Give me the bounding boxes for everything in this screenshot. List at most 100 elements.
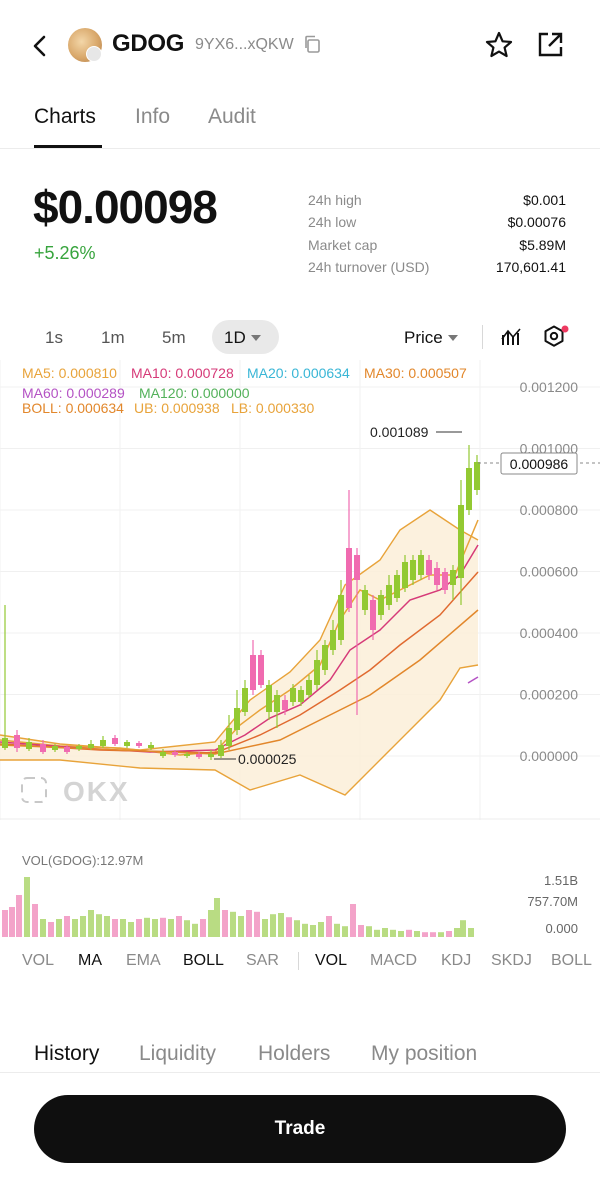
- indicator-tab-macd[interactable]: MACD: [370, 952, 417, 970]
- price-change: +5.26%: [34, 243, 96, 263]
- volume-bar: [406, 929, 412, 937]
- tab-my-position[interactable]: My position: [371, 1042, 477, 1066]
- star-icon[interactable]: [484, 30, 514, 60]
- candle-body: [314, 660, 320, 685]
- candle-body: [410, 560, 416, 580]
- indicator-tab-ema[interactable]: EMA: [126, 952, 161, 970]
- volume-bar: [326, 916, 332, 937]
- volume-bar: [222, 910, 228, 937]
- price-axis-label: 0.000400: [520, 625, 579, 641]
- volume-axis-label: 0.000: [545, 921, 578, 936]
- volume-bar: [128, 922, 134, 937]
- indicator-tab-skdj[interactable]: SKDJ: [491, 952, 532, 970]
- volume-bar: [192, 923, 198, 937]
- candle-body: [76, 746, 82, 749]
- tab-info[interactable]: Info: [135, 105, 170, 129]
- indicator-tab-boll[interactable]: BOLL: [183, 952, 224, 970]
- candle-body: [26, 742, 32, 749]
- volume-axis-label: 1.51B: [544, 873, 578, 888]
- volume-bar: [104, 916, 110, 937]
- candle-body: [298, 690, 304, 702]
- legend-boll: BOLL: 0.000634: [22, 400, 124, 416]
- stat-label-24h-low: 24h low: [308, 214, 357, 230]
- volume-bar: [144, 917, 150, 937]
- candle-body: [474, 462, 480, 490]
- candle-body: [402, 562, 408, 588]
- stat-value-turnover: 170,601.41: [495, 259, 566, 275]
- volume-bar: [40, 919, 46, 937]
- stat-label-market-cap: Market cap: [308, 237, 378, 253]
- volume-bar: [350, 904, 356, 937]
- price-axis-label: 0.000200: [520, 687, 579, 703]
- tab-history[interactable]: History: [34, 1042, 99, 1066]
- stat-value-24h-high: $0.001: [523, 192, 566, 208]
- candle-body: [346, 548, 352, 608]
- indicator-tab-sar[interactable]: SAR: [246, 952, 279, 970]
- candle-body: [172, 752, 178, 755]
- trade-button[interactable]: Trade: [34, 1095, 566, 1163]
- volume-bar: [382, 928, 388, 937]
- volume-bar: [390, 929, 396, 937]
- stat-label-24h-high: 24h high: [308, 192, 362, 208]
- candle-body: [234, 708, 240, 730]
- volume-bar: [454, 928, 460, 937]
- volume-bar: [460, 920, 466, 937]
- candle-body: [226, 728, 232, 746]
- volume-bar: [64, 916, 70, 937]
- interval-1m[interactable]: 1m: [101, 328, 125, 348]
- candle-body: [370, 600, 376, 630]
- candle-body: [112, 738, 118, 744]
- candle-body: [282, 700, 288, 710]
- candle-body: [14, 735, 20, 748]
- indicator-tab-vol[interactable]: VOL: [315, 952, 347, 970]
- indicator-tab-kdj[interactable]: KDJ: [441, 952, 471, 970]
- volume-bar: [160, 917, 166, 937]
- indicator-tab-vol[interactable]: VOL: [22, 952, 54, 970]
- indicator-tab-boll[interactable]: BOLL: [551, 952, 592, 970]
- indicator-tab-ma[interactable]: MA: [78, 952, 102, 970]
- volume-bar: [254, 911, 260, 937]
- price-axis-label: 0.000600: [520, 564, 579, 580]
- settings-icon[interactable]: [542, 324, 570, 352]
- volume-bar: [238, 916, 244, 937]
- volume-bar: [398, 931, 404, 937]
- copy-icon[interactable]: [303, 35, 321, 53]
- interval-5m[interactable]: 5m: [162, 328, 186, 348]
- legend-ma10: MA10: 0.000728: [131, 365, 234, 381]
- tab-holders[interactable]: Holders: [258, 1042, 330, 1066]
- volume-title: VOL(GDOG):12.97M: [22, 853, 143, 868]
- candle-body: [88, 744, 94, 748]
- okx-watermark: OKX: [63, 776, 130, 807]
- price-type-dropdown[interactable]: Price: [404, 328, 443, 348]
- candle-body: [2, 738, 8, 748]
- volume-bar: [342, 926, 348, 937]
- interval-1s[interactable]: 1s: [45, 328, 63, 348]
- volume-bar: [430, 932, 436, 937]
- back-arrow-icon[interactable]: [26, 32, 54, 60]
- price-axis-label: 0.000800: [520, 502, 579, 518]
- tab-liquidity[interactable]: Liquidity: [139, 1042, 216, 1066]
- volume-bar: [278, 913, 284, 937]
- stat-value-market-cap: $5.89M: [519, 237, 566, 253]
- high-marker-label: 0.001089: [370, 424, 429, 440]
- volume-bar: [270, 914, 276, 937]
- legend-ub: UB: 0.000938: [134, 400, 220, 416]
- tab-charts[interactable]: Charts: [34, 105, 96, 129]
- volume-bar: [72, 919, 78, 937]
- candle-body: [330, 630, 336, 650]
- tab-audit[interactable]: Audit: [208, 105, 256, 129]
- indicator-divider: [298, 952, 299, 970]
- volume-bar: [184, 920, 190, 937]
- candle-body: [338, 595, 344, 640]
- candlestick-chart[interactable]: 0.0012000.0010000.0008000.0006000.000400…: [0, 360, 600, 820]
- indicator-chart-icon[interactable]: [500, 325, 524, 349]
- share-icon[interactable]: [535, 30, 565, 60]
- candle-body: [306, 680, 312, 695]
- stat-value-24h-low: $0.00076: [507, 214, 566, 230]
- candle-body: [434, 568, 440, 585]
- volume-bar: [230, 911, 236, 937]
- volume-bar: [168, 919, 174, 937]
- candle-body: [242, 688, 248, 712]
- volume-bar: [468, 928, 474, 937]
- volume-bar: [208, 910, 214, 937]
